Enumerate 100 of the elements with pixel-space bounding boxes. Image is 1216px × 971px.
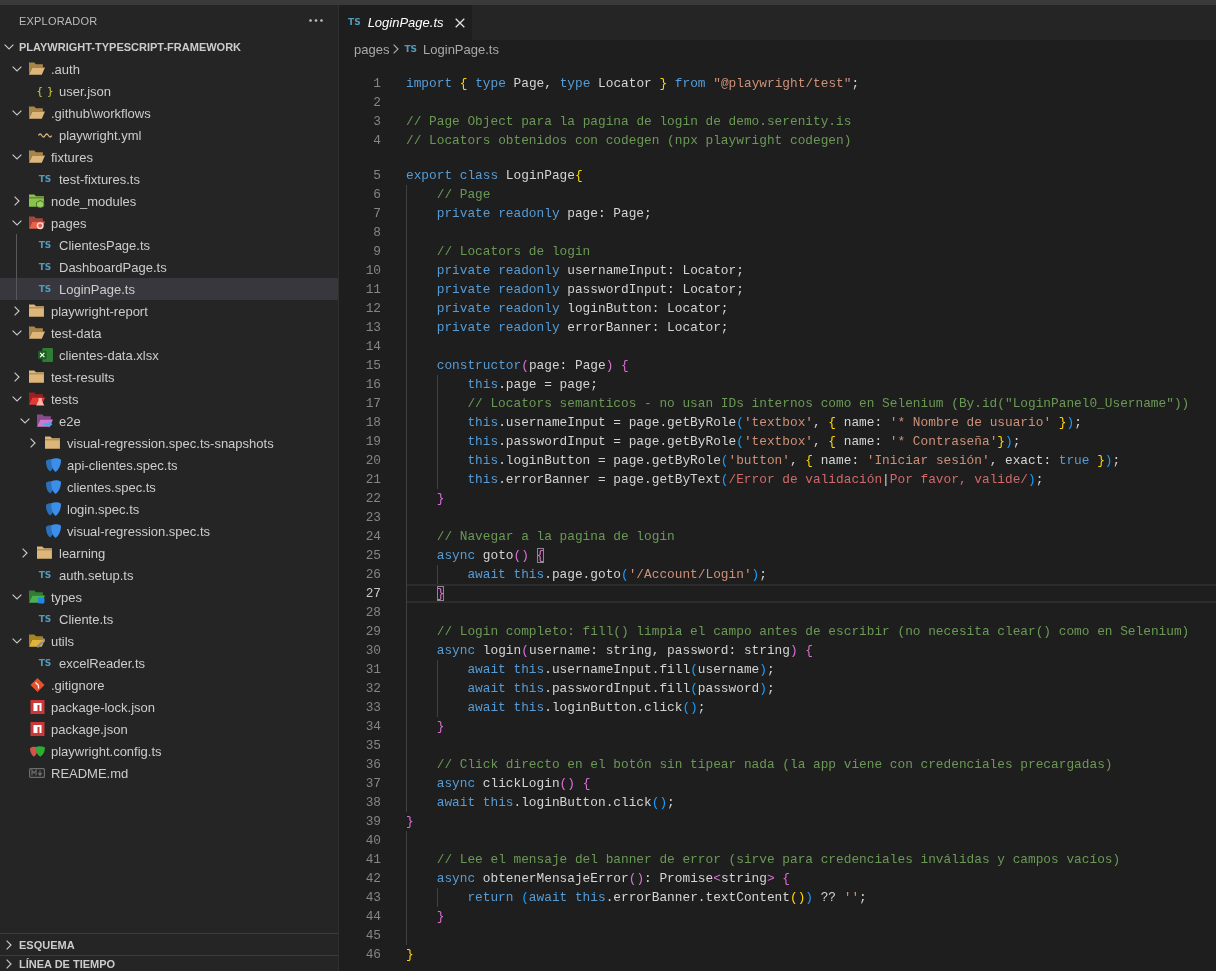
hexagon-folder-icon: [29, 194, 45, 208]
code-line: // Page: [436, 186, 491, 204]
folder-item[interactable]: tests: [0, 388, 338, 410]
folder-item[interactable]: test-data: [0, 322, 338, 344]
folder-item[interactable]: pages: [0, 212, 338, 234]
file-item[interactable]: clientes-data.xlsx: [0, 344, 338, 366]
line-number: 35: [365, 738, 381, 753]
folder-item[interactable]: utils: [0, 630, 338, 652]
file-item[interactable]: .gitignore: [0, 674, 338, 696]
folder-item[interactable]: types: [0, 586, 338, 608]
wave-icon: [38, 132, 52, 138]
code-line: }: [436, 718, 445, 736]
file-item[interactable]: TS test-fixtures.ts: [0, 168, 338, 190]
sidebar-title: EXPLORADOR: [19, 14, 98, 27]
folder-icon: [45, 436, 61, 450]
file-item[interactable]: playwright.config.ts: [0, 740, 338, 762]
folder-item[interactable]: e2e: [0, 410, 338, 432]
line-number: 5: [373, 168, 381, 183]
code-line: this.errorBanner = page.getByText(/Error de validación|Por favor, valide/);: [467, 471, 1044, 489]
code-line: async clickLogin() {: [436, 775, 591, 793]
line-number: 1: [373, 76, 381, 91]
file-item[interactable]: package.json: [0, 718, 338, 740]
shields-icon: [45, 502, 61, 516]
file-item[interactable]: visual-regression.spec.ts: [0, 520, 338, 542]
chevron-right-icon: [393, 44, 400, 54]
arrow-folder-icon: [37, 414, 53, 428]
code-line: // Locators obtenidos con codegen (npx playwright codegen): [406, 132, 852, 150]
code-line: export class LoginPage{: [406, 167, 583, 185]
line-number: 16: [365, 377, 381, 392]
line-number: 6: [373, 187, 381, 202]
ts-icon: TS: [38, 657, 52, 669]
workspace-folder[interactable]: PLAYWRIGHT-TYPESCRIPT-FRAMEWORK: [0, 36, 338, 58]
file-item[interactable]: playwright.yml: [0, 124, 338, 146]
code-line: }: [436, 908, 445, 926]
code-line: private readonly loginButton: Locator;: [436, 300, 729, 318]
file-item[interactable]: package-lock.json: [0, 696, 338, 718]
folder-item[interactable]: visual-regression.spec.ts-snapshots: [0, 432, 338, 454]
folder-item[interactable]: fixtures: [0, 146, 338, 168]
code-line: import { type Page, type Locator } from "@playwright/test";: [406, 75, 860, 93]
line-number: 13: [365, 320, 381, 335]
code-line: private readonly usernameInput: Locator;: [436, 262, 744, 280]
folder-item[interactable]: test-results: [0, 366, 338, 388]
code-line: // Lee el mensaje del banner de error (sirve para credenciales inválidas y campos vacíos): [436, 851, 1121, 869]
line-number: 8: [373, 225, 381, 240]
line-number: 31: [365, 662, 381, 677]
line-number: 24: [365, 529, 381, 544]
ts-icon: TS: [38, 173, 52, 185]
line-number: 19: [365, 434, 381, 449]
file-item[interactable]: TS excelReader.ts: [0, 652, 338, 674]
markdown-icon: [29, 768, 45, 778]
line-number: 26: [365, 567, 381, 582]
line-number: 3: [373, 114, 381, 129]
shields-icon: [45, 524, 61, 538]
file-item[interactable]: { } user.json: [0, 80, 338, 102]
diamond-icon: [29, 678, 45, 692]
code-line: constructor(page: Page) {: [436, 357, 629, 375]
code-line: async obtenerMensajeError(): Promise<string> {: [436, 870, 790, 888]
file-item[interactable]: TS auth.setup.ts: [0, 564, 338, 586]
code-line: this.passwordInput = page.getByRole('textbox', { name: '* Contraseña'});: [467, 433, 1021, 451]
panel-header[interactable]: LÍNEA DE TIEMPO: [0, 955, 338, 971]
code-line: // Locators semanticos - no usan IDs internos como en Selenium (By.id("LoginPanel0_Username")): [467, 395, 1190, 413]
more-icon[interactable]: [309, 19, 323, 22]
line-number: 11: [365, 282, 381, 297]
file-item[interactable]: README.md: [0, 762, 338, 784]
code-line: // Click directo en el botón sin tipear nada (la app viene con credenciales precargadas): [436, 756, 1113, 774]
line-number: 32: [365, 681, 381, 696]
ts-icon: TS: [348, 17, 361, 28]
editor-tab[interactable]: TS LoginPage.ts: [339, 5, 472, 40]
code-line: await this.page.goto('/Account/Login');: [467, 566, 767, 584]
line-number: 2: [373, 95, 381, 110]
close-icon[interactable]: [454, 17, 465, 28]
folder-item[interactable]: playwright-report: [0, 300, 338, 322]
line-number: 10: [365, 263, 381, 278]
folder-item[interactable]: .github\workflows: [0, 102, 338, 124]
file-item[interactable]: TS LoginPage.ts: [0, 278, 338, 300]
code-line: await this.loginButton.click();: [436, 794, 675, 812]
folder-item[interactable]: .auth: [0, 58, 338, 80]
line-number: 9: [373, 244, 381, 259]
breadcrumb-item[interactable]: TS LoginPage.ts: [404, 41, 499, 57]
code-line: async goto() {: [436, 547, 545, 565]
line-number: 43: [365, 890, 381, 905]
file-item[interactable]: clientes.spec.ts: [0, 476, 338, 498]
file-item[interactable]: login.spec.ts: [0, 498, 338, 520]
folder-item[interactable]: node_modules: [0, 190, 338, 212]
square-folder-icon: [29, 590, 45, 604]
file-item[interactable]: TS Cliente.ts: [0, 608, 338, 630]
folder-icon: [37, 546, 53, 560]
folder-icon: [29, 106, 45, 120]
ts-icon: TS: [38, 261, 52, 273]
line-number: 44: [365, 909, 381, 924]
line-number: 4: [373, 133, 381, 148]
code-line: async login(username: string, password: string) {: [436, 642, 814, 660]
line-number: 40: [365, 833, 381, 848]
folder-item[interactable]: learning: [0, 542, 338, 564]
line-number: 7: [373, 206, 381, 221]
breadcrumb-item[interactable]: pages: [354, 41, 390, 57]
file-item[interactable]: api-clientes.spec.ts: [0, 454, 338, 476]
panel-header[interactable]: ESQUEMA: [0, 933, 338, 955]
line-number: 42: [365, 871, 381, 886]
notched-square-icon: [29, 700, 45, 714]
